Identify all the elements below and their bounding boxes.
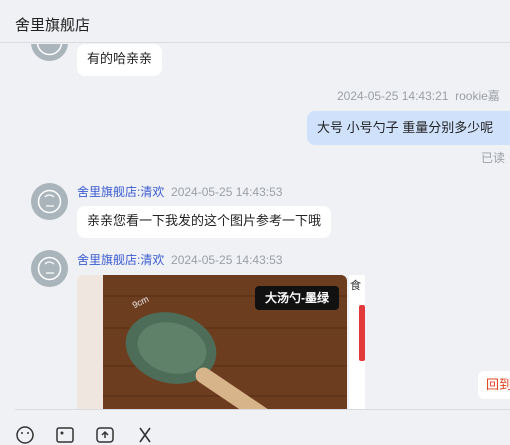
my-message-bubble: 大号 小号勺子 重量分别多少呢 [307,111,510,145]
image-border [77,275,103,409]
message-time: 2024-05-25 14:43:53 [171,253,283,267]
message-meta: 2024-05-25 14:43:21 rookie嘉 [337,87,500,104]
emoji-icon[interactable] [15,425,35,445]
scissors-icon[interactable] [135,425,155,445]
return-button[interactable]: 回到 [478,371,510,399]
partial-image[interactable]: 食 [349,275,365,409]
message-text: 有的哈亲亲 [87,51,153,66]
product-image[interactable]: 9cm 大汤勺-墨绿 [77,275,347,409]
shop-logo-icon [36,44,63,56]
message-sender[interactable]: 舍里旗舰店:清欢 [77,253,164,267]
input-toolbar [0,409,510,444]
upload-icon[interactable] [95,425,115,445]
image-icon[interactable] [55,425,75,445]
chat-area[interactable]: 有的哈亲亲 2024-05-25 14:43:21 rookie嘉 大号 小号勺… [0,44,510,409]
message-time: 2024-05-25 14:43:21 [337,89,449,103]
shop-logo-icon [37,256,62,281]
message-time: 2024-05-25 14:43:53 [171,185,283,199]
product-tag: 大汤勺-墨绿 [255,286,339,310]
message-sender[interactable]: 舍里旗舰店:清欢 [77,185,164,199]
shop-avatar[interactable] [31,183,68,220]
shop-avatar[interactable] [31,44,68,61]
message-meta: 舍里旗舰店:清欢 2024-05-25 14:43:53 [77,251,282,268]
partial-red-mark [359,305,365,361]
message-bubble: 亲亲您看一下我发的这个图片参考一下哦 [77,206,332,238]
shop-logo-icon [37,189,62,214]
message-text: 大号 小号勺子 重量分别多少呢 [317,120,494,135]
message-meta: 舍里旗舰店:清欢 2024-05-25 14:43:53 [77,183,282,200]
shop-avatar[interactable] [31,250,68,287]
read-status: 已读 [481,151,506,165]
message-text: 亲亲您看一下我发的这个图片参考一下哦 [87,213,322,228]
message-sender: rookie嘉 [455,89,500,103]
toolbar-divider [15,409,510,410]
partial-text: 食 [350,280,361,292]
message-bubble: 有的哈亲亲 [77,44,163,76]
shop-title: 舍里旗舰店 [15,17,91,34]
chat-header: 舍里旗舰店 [0,0,510,43]
